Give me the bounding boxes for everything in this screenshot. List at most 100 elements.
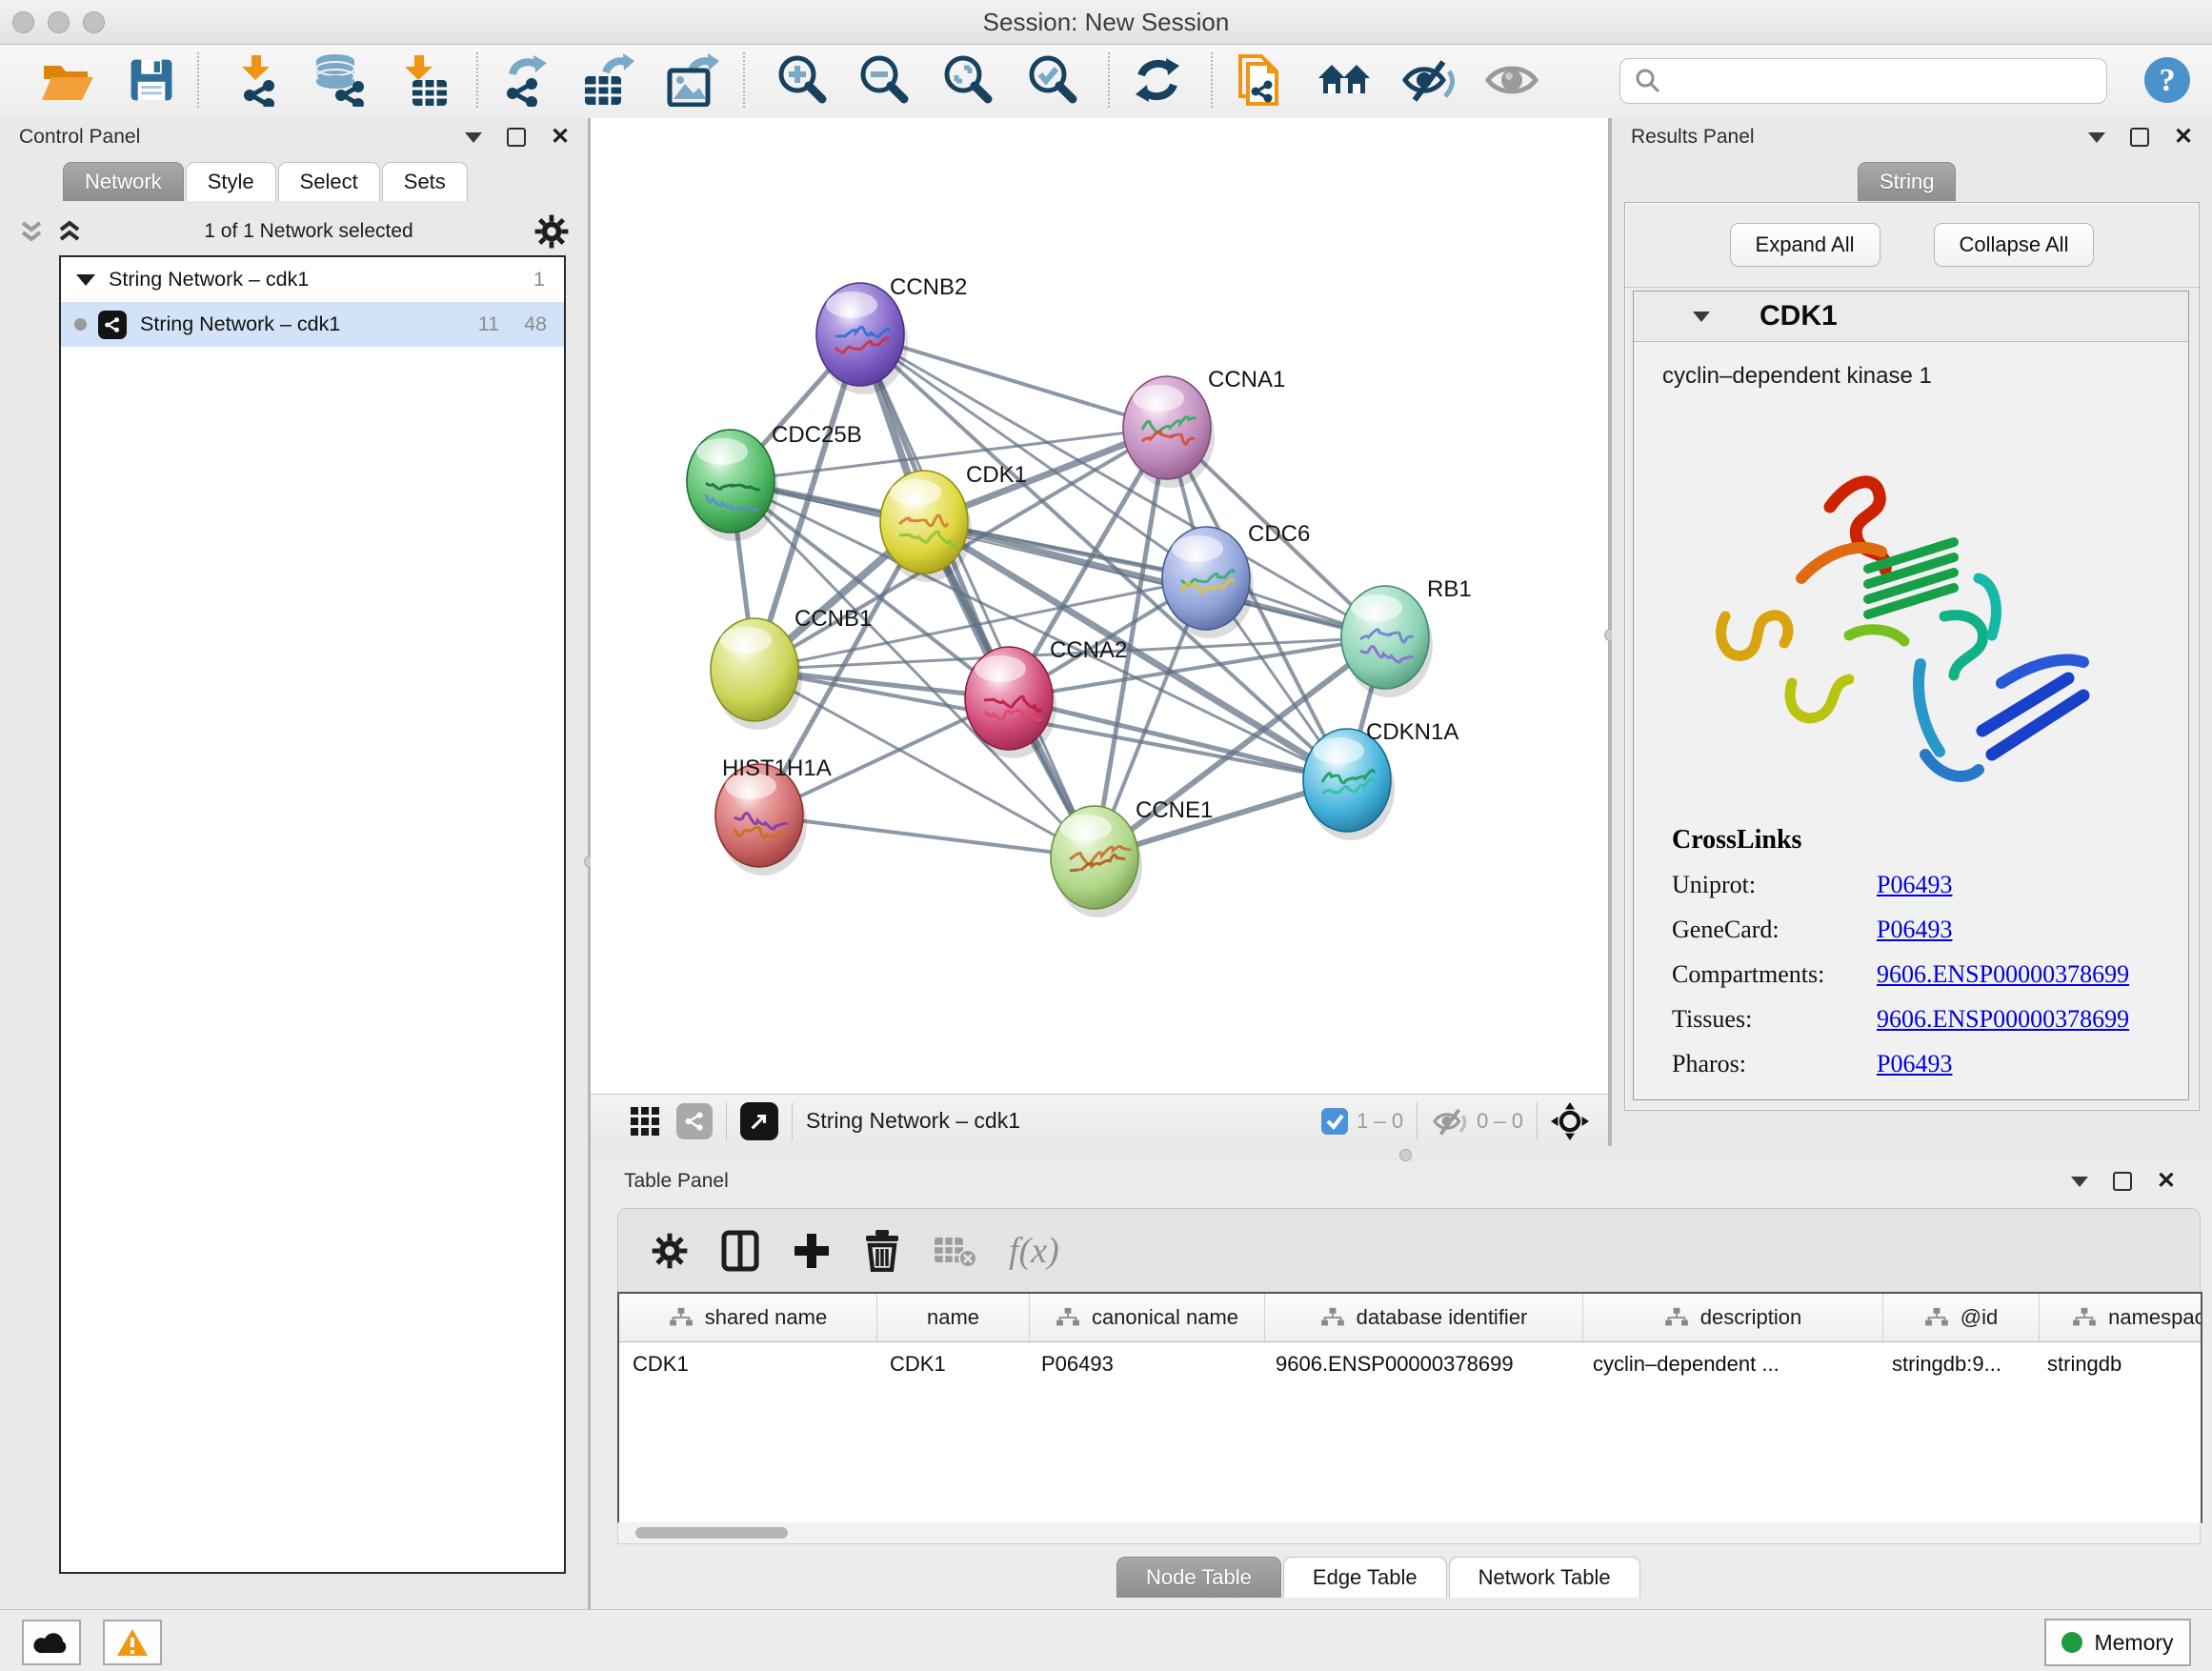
network-view-toolbar: String Network – cdk1 1 – 0 0 – 0	[591, 1094, 1608, 1147]
cell--id[interactable]: stringdb:9...	[1879, 1352, 2034, 1377]
expand-all-icon[interactable]	[55, 220, 84, 243]
tab-style[interactable]: Style	[186, 162, 276, 201]
zoom-fit-button[interactable]	[935, 49, 998, 111]
close-panel-icon[interactable]: ✕	[2174, 130, 2193, 145]
tab-edge-table[interactable]: Edge Table	[1283, 1557, 1447, 1598]
help-button[interactable]: ?	[2136, 49, 2199, 111]
network-node-CCNA1[interactable]: CCNA1	[1123, 367, 1285, 488]
cell-namespace[interactable]: stringdb	[2034, 1352, 2202, 1377]
network-node-CDKN1A[interactable]: CDKN1A	[1303, 719, 1458, 840]
zoom-in-button[interactable]	[770, 49, 833, 111]
section-collapse-icon[interactable]	[1693, 312, 1710, 322]
crosslink-tissues[interactable]: 9606.ENSP00000378699	[1877, 1005, 2129, 1034]
scrollbar-thumb[interactable]	[635, 1527, 788, 1539]
cell-shared-name[interactable]: CDK1	[619, 1352, 876, 1377]
gene-symbol: CDK1	[1760, 300, 1838, 332]
network-node-CCNB1[interactable]: CCNB1	[711, 606, 872, 730]
search-box[interactable]	[1619, 58, 2107, 104]
open-session-button[interactable]	[36, 49, 99, 111]
panel-menu-icon[interactable]	[2071, 1177, 2088, 1187]
collapse-all-icon[interactable]	[17, 220, 46, 243]
import-string-network-button[interactable]	[1229, 49, 1292, 111]
warnings-button[interactable]	[103, 1620, 162, 1665]
export-network-button[interactable]	[494, 49, 557, 111]
import-table-file-button[interactable]	[392, 49, 455, 111]
column-header-name[interactable]: name	[877, 1294, 1030, 1341]
cell-description[interactable]: cyclin–dependent ...	[1579, 1352, 1879, 1377]
float-panel-icon[interactable]	[2113, 1172, 2132, 1191]
splitter-grip[interactable]	[1399, 1149, 1412, 1161]
share-view-icon[interactable]	[676, 1103, 713, 1139]
float-panel-icon[interactable]	[2130, 128, 2149, 147]
column-header-database-identifier[interactable]: database identifier	[1265, 1294, 1583, 1341]
crosslink-compartments[interactable]: 9606.ENSP00000378699	[1877, 960, 2129, 989]
tab-node-table[interactable]: Node Table	[1116, 1557, 1281, 1598]
node-table[interactable]: shared namenamecanonical namedatabase id…	[617, 1292, 2202, 1523]
show-all-button[interactable]	[1480, 49, 1543, 111]
table-horizontal-scrollbar[interactable]	[617, 1522, 2201, 1544]
table-row[interactable]: CDK1CDK1P064939606.ENSP00000378699cyclin…	[619, 1342, 2201, 1386]
save-session-button[interactable]	[120, 49, 183, 111]
tab-string[interactable]: String	[1858, 162, 1956, 201]
memory-button[interactable]: Memory	[2044, 1619, 2191, 1666]
export-table-button[interactable]	[576, 49, 639, 111]
selected-checkbox-icon[interactable]	[1320, 1107, 1349, 1136]
tab-network-table[interactable]: Network Table	[1449, 1557, 1640, 1598]
column-settings-button[interactable]	[651, 1232, 689, 1270]
close-panel-icon[interactable]: ✕	[551, 130, 570, 145]
cell-name[interactable]: CDK1	[876, 1352, 1028, 1377]
network-node-CDC25B[interactable]: CDC25B	[687, 422, 862, 541]
column-header-canonical-name[interactable]: canonical name	[1030, 1294, 1265, 1341]
network-edge-CCNA2-CDKN1A[interactable]	[1009, 698, 1347, 780]
search-input[interactable]	[1672, 61, 2106, 101]
hide-selected-button[interactable]	[1398, 49, 1460, 111]
column-header-shared-name[interactable]: shared name	[619, 1294, 877, 1341]
expand-all-button[interactable]: Expand All	[1730, 223, 1880, 267]
collapse-all-button[interactable]: Collapse All	[1934, 223, 2095, 267]
panel-menu-icon[interactable]	[2088, 132, 2105, 143]
crosslink-uniprot[interactable]: P06493	[1877, 871, 1952, 899]
zoom-selected-button[interactable]	[1020, 49, 1083, 111]
network-collection-row[interactable]: String Network – cdk1 1	[61, 257, 564, 302]
create-column-button[interactable]	[792, 1231, 832, 1271]
crosslink-pharos[interactable]: P06493	[1877, 1050, 1952, 1078]
cloud-status-button[interactable]	[22, 1620, 81, 1665]
close-panel-icon[interactable]: ✕	[2157, 1174, 2176, 1189]
crosslink-genecard[interactable]: P06493	[1877, 916, 1952, 944]
column-header-description[interactable]: description	[1583, 1294, 1883, 1341]
tab-select[interactable]: Select	[278, 162, 380, 201]
panel-menu-icon[interactable]	[465, 132, 482, 143]
tab-sets[interactable]: Sets	[382, 162, 468, 201]
zoom-out-button[interactable]	[852, 49, 915, 111]
tree-expand-icon[interactable]	[76, 274, 95, 286]
network-row[interactable]: String Network – cdk1 11 48	[61, 302, 564, 347]
network-node-RB1[interactable]: RB1	[1341, 576, 1472, 697]
open-in-window-icon[interactable]	[740, 1102, 778, 1140]
float-panel-icon[interactable]	[507, 128, 526, 147]
delete-column-button[interactable]	[864, 1230, 900, 1272]
fit-selected-crosshair-icon[interactable]	[1551, 1102, 1589, 1140]
column-header--id[interactable]: @id	[1883, 1294, 2040, 1341]
network-node-CCNB2[interactable]: CCNB2	[816, 274, 967, 394]
grid-view-icon[interactable]	[629, 1105, 661, 1137]
import-network-database-button[interactable]	[308, 49, 371, 111]
tab-network[interactable]: Network	[63, 162, 184, 201]
network-overview-button[interactable]	[1314, 49, 1377, 111]
refresh-view-button[interactable]	[1126, 49, 1189, 111]
network-edge-CCNB2-CCNE1[interactable]	[860, 334, 1095, 857]
network-canvas[interactable]: CCNB2CCNA1CDC25BCDK1CDC6RB1CCNB1CCNA2CDK…	[591, 118, 1608, 1094]
function-builder-button[interactable]: f(x)	[1009, 1230, 1059, 1272]
cell-canonical-name[interactable]: P06493	[1028, 1352, 1262, 1377]
column-header-namespace[interactable]: namespace	[2040, 1294, 2202, 1341]
network-options-gear-icon[interactable]	[533, 213, 570, 250]
export-image-button[interactable]	[661, 49, 724, 111]
hidden-eye-icon[interactable]	[1431, 1106, 1469, 1137]
network-node-HIST1H1A[interactable]: HIST1H1A	[715, 755, 832, 876]
network-node-CCNE1[interactable]: CCNE1	[1051, 797, 1213, 917]
cell-database-identifier[interactable]: 9606.ENSP00000378699	[1262, 1352, 1579, 1377]
gene-section-header[interactable]: CDK1	[1634, 292, 2188, 342]
network-edge-HIST1H1A-CCNE1[interactable]	[759, 815, 1095, 857]
delete-table-button[interactable]	[933, 1234, 976, 1268]
split-panel-button[interactable]	[721, 1230, 759, 1272]
import-network-file-button[interactable]	[228, 49, 291, 111]
